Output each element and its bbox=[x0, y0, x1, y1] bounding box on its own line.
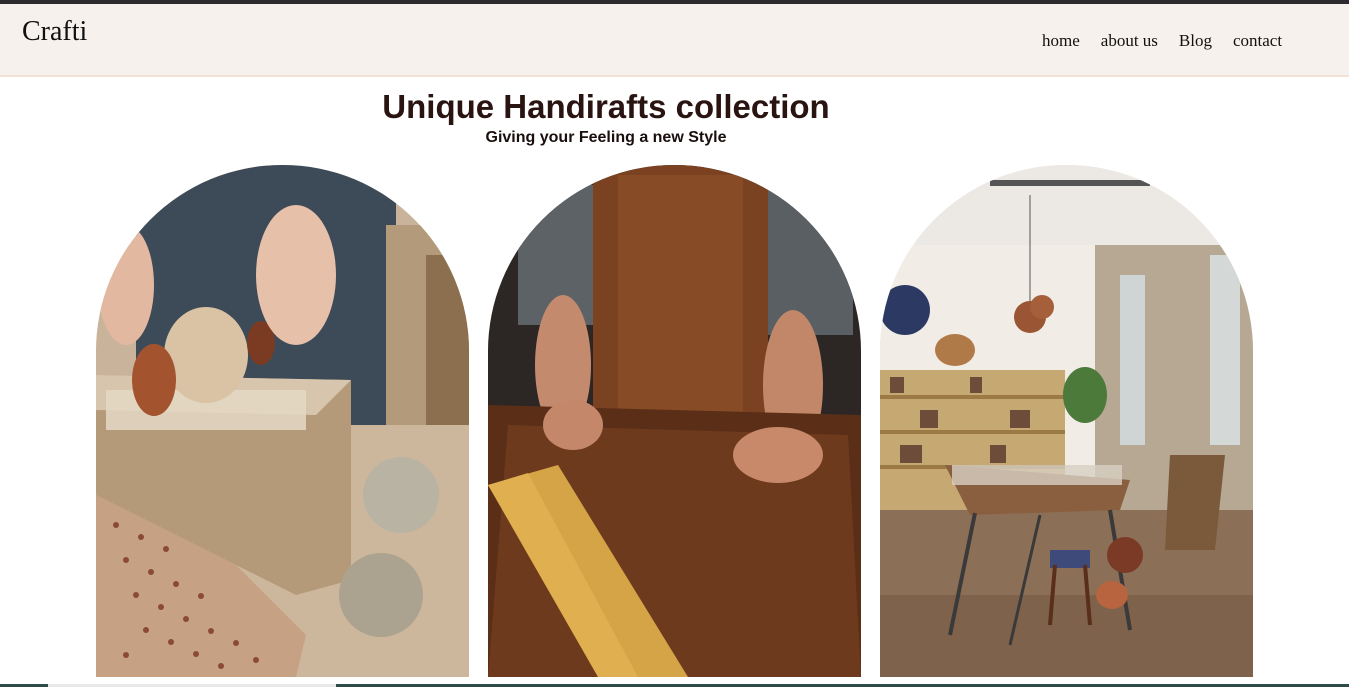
nav-link-home[interactable]: home bbox=[1042, 32, 1080, 49]
nav-link-contact[interactable]: contact bbox=[1233, 32, 1282, 49]
main-nav: home about us Blog contact bbox=[1042, 32, 1282, 49]
hero-title: Unique Handirafts collection bbox=[382, 88, 830, 125]
site-logo[interactable]: Crafti bbox=[22, 18, 87, 46]
gallery-image-pottery bbox=[96, 165, 469, 677]
pottery-photo-illustration bbox=[96, 165, 469, 677]
gallery-image-leather bbox=[488, 165, 861, 677]
gallery-image-shop-interior bbox=[880, 165, 1253, 677]
leather-photo-illustration bbox=[488, 165, 861, 677]
nav-link-about-us[interactable]: about us bbox=[1101, 32, 1158, 49]
hero-subtitle: Giving your Feeling a new Style bbox=[485, 129, 727, 146]
site-header: Crafti home about us Blog contact bbox=[0, 4, 1349, 77]
shop-interior-photo-illustration bbox=[880, 165, 1253, 677]
nav-link-blog[interactable]: Blog bbox=[1179, 32, 1212, 49]
